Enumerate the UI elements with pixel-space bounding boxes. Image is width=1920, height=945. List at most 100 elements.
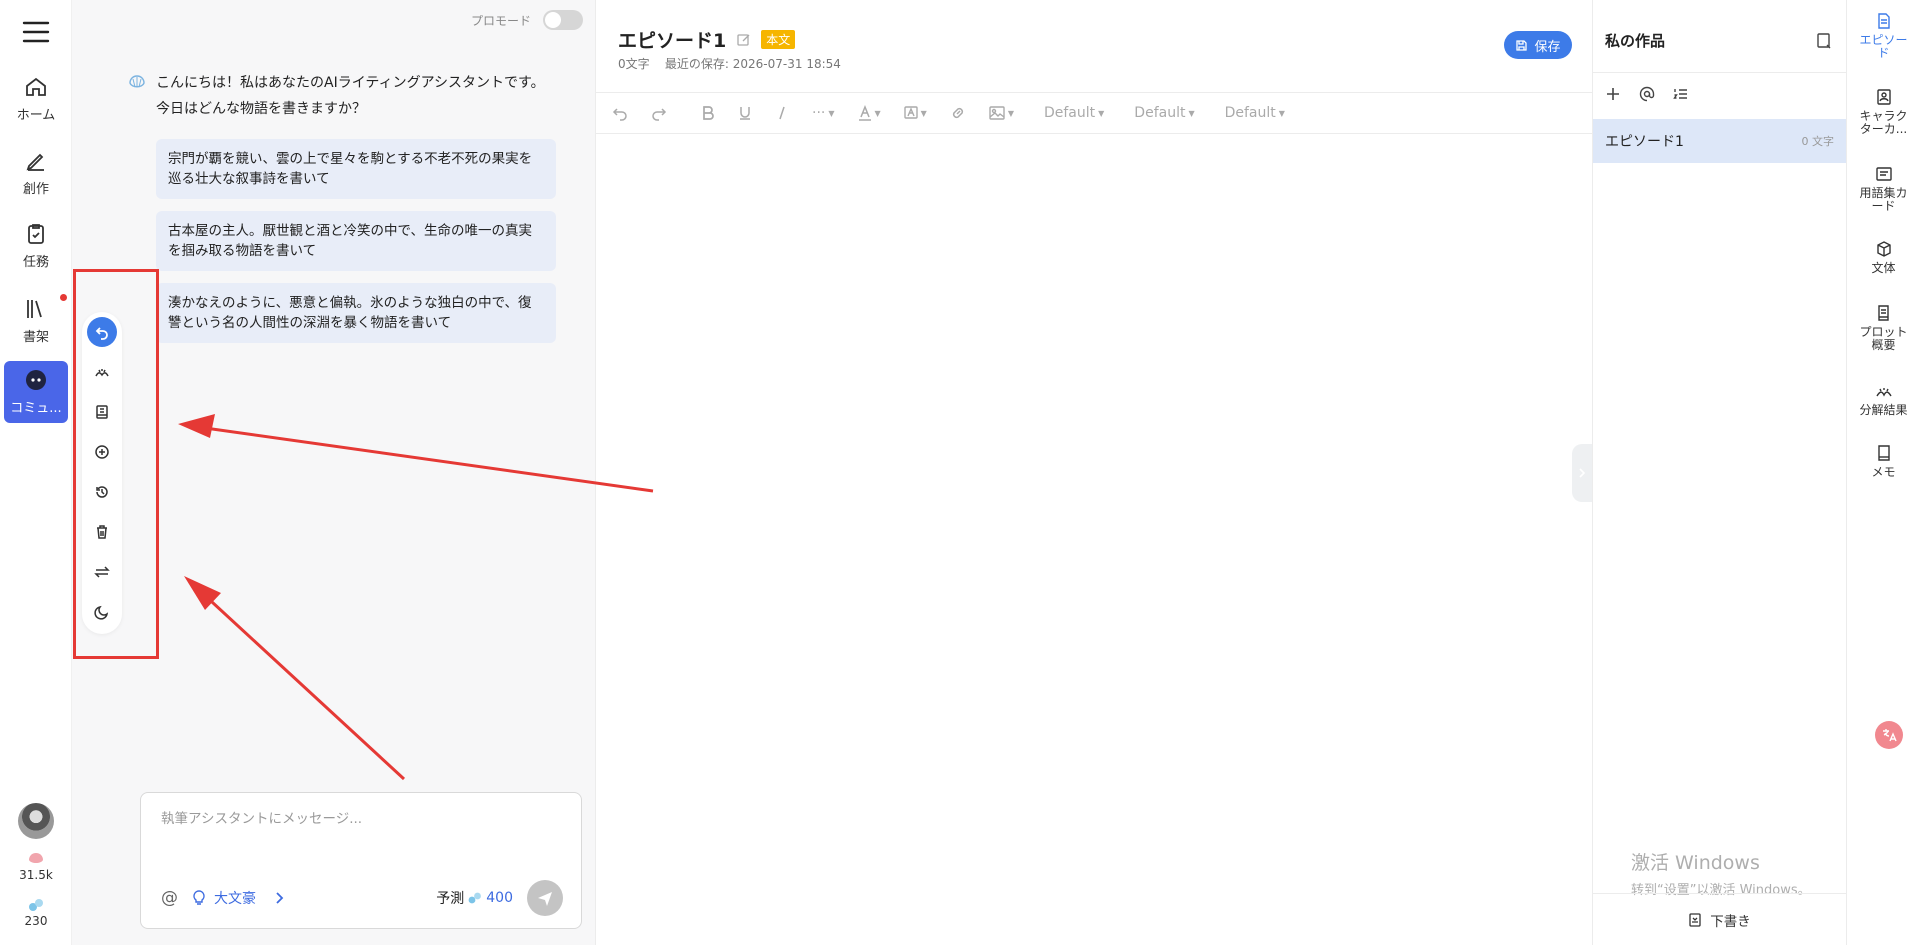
- suggestion-card[interactable]: 宗門が覇を競い、雲の上で星々を駒とする不老不死の果実を巡る壮大な叙事詩を書いて: [156, 139, 556, 199]
- nav-item-label: コミュ...: [10, 401, 62, 416]
- tab-label: メモ: [1871, 465, 1896, 479]
- pro-mode-control: プロモード: [471, 10, 583, 30]
- chevron-right-icon[interactable]: [274, 891, 284, 905]
- predict-value: 400: [486, 890, 513, 906]
- tab-glossary-card[interactable]: 用語集カード: [1847, 165, 1920, 213]
- draft-button[interactable]: 下書き: [1593, 893, 1846, 945]
- tab-character-card[interactable]: キャラクターカ...: [1847, 88, 1920, 136]
- tab-label: 文体: [1871, 261, 1896, 275]
- right-tab-bar: エピソード キャラクターカ... 用語集カード 文体 プロット概要 分解結果 メ…: [1847, 0, 1920, 945]
- save-button[interactable]: 保存: [1504, 31, 1572, 59]
- edit-title-icon[interactable]: [736, 32, 751, 47]
- editor-toolbar: ··· ▼ ▼ ▼ ▼ Default ▼ Default ▼ Default ▼: [596, 92, 1592, 134]
- writer-mode-selector[interactable]: 大文豪: [192, 888, 256, 908]
- content-tag: 本文: [761, 30, 796, 49]
- editor-title-row: エピソード1 本文: [618, 26, 796, 53]
- more-format-icon[interactable]: ··· ▼: [812, 105, 835, 121]
- works-title: 私の作品: [1605, 32, 1666, 50]
- glossary-icon: [1875, 165, 1893, 183]
- nav-item-bookshelf[interactable]: 書架: [4, 290, 68, 352]
- tab-label: プロット概要: [1859, 325, 1908, 352]
- undo-icon[interactable]: [612, 105, 628, 121]
- draft-label: 下書き: [1710, 913, 1751, 930]
- nav-item-label: 創作: [22, 182, 49, 197]
- font-size-select[interactable]: Default ▼: [1134, 105, 1194, 121]
- redo-icon[interactable]: [651, 105, 667, 121]
- mention-icon[interactable]: [1639, 86, 1655, 102]
- nav-item-create[interactable]: 創作: [4, 142, 68, 204]
- underline-icon[interactable]: [738, 105, 752, 121]
- last-saved: 最近の保存: 2026-07-31 18:54: [664, 57, 841, 71]
- episode-name: エピソード1: [1605, 134, 1684, 150]
- tab-plot-summary[interactable]: プロット概要: [1847, 304, 1920, 352]
- tokens-value: 230: [24, 914, 48, 928]
- tab-memo[interactable]: メモ: [1847, 444, 1920, 479]
- device-icon[interactable]: [1816, 32, 1832, 50]
- predict-label: 予測: [436, 891, 465, 907]
- word-count: 0文字: [618, 57, 650, 71]
- shell-icon: [28, 852, 44, 866]
- discord-icon: [24, 368, 48, 392]
- font-family-value: Default: [1043, 105, 1096, 121]
- avatar[interactable]: [18, 803, 54, 839]
- annotation-highlight-box: [73, 269, 159, 659]
- my-works-panel: 私の作品 エピソード1 0 文字 激活 Windows 转到“设置”以激活 Wi…: [1592, 0, 1847, 945]
- tab-episode[interactable]: エピソード: [1847, 12, 1920, 60]
- tab-style[interactable]: 文体: [1847, 240, 1920, 275]
- ordered-list-icon[interactable]: [1673, 86, 1689, 102]
- save-label: 保存: [1534, 39, 1561, 55]
- works-toolbar: [1605, 86, 1689, 102]
- line-height-value: Default: [1224, 105, 1276, 121]
- nav-item-tasks[interactable]: 任務: [4, 215, 68, 277]
- writer-mode-label: 大文豪: [214, 891, 256, 907]
- italic-icon[interactable]: [775, 105, 789, 121]
- episode-list-item[interactable]: エピソード1 0 文字: [1593, 119, 1846, 163]
- suggestion-card[interactable]: 湊かなえのように、悪意と偏執。氷のような独白の中で、復讐という名の人間性の深淵を…: [156, 283, 556, 343]
- document-icon: [1875, 12, 1893, 30]
- send-button[interactable]: [527, 880, 563, 916]
- chat-input-controls: @ 大文豪 予測 400: [161, 880, 563, 916]
- suggestion-card[interactable]: 古本屋の主人。厭世観と酒と冷笑の中で、生命の唯一の真実を掴み取る物語を書いて: [156, 211, 556, 271]
- font-size-value: Default: [1134, 105, 1186, 121]
- chat-input-area[interactable]: 執筆アシスタントにメッセージ... @ 大文豪 予測 400: [140, 792, 582, 929]
- translate-icon[interactable]: [1875, 721, 1903, 749]
- mention-button[interactable]: @: [161, 888, 178, 908]
- pro-mode-label: プロモード: [470, 13, 531, 28]
- font-color-icon[interactable]: ▼: [858, 105, 881, 121]
- character-card-icon: [1875, 88, 1893, 106]
- chat-input-placeholder: 執筆アシスタントにメッセージ...: [161, 811, 363, 827]
- bold-icon[interactable]: [701, 105, 715, 121]
- credits-value: 31.5k: [19, 868, 53, 882]
- page-title: エピソード1: [618, 30, 727, 52]
- bubbles-icon: [28, 898, 44, 912]
- plot-icon: [1875, 304, 1893, 322]
- notebook-icon: [1875, 444, 1893, 462]
- link-icon[interactable]: [950, 105, 966, 121]
- editor-meta: 0文字 最近の保存: 2026-07-31 18:54: [618, 55, 841, 72]
- left-navigation: ホーム 創作 任務 書架 コミュ... 31.5k 230: [0, 0, 72, 945]
- highlight-icon[interactable]: ▼: [903, 105, 927, 121]
- line-height-select[interactable]: Default ▼: [1225, 105, 1285, 121]
- tab-label: キャラクターカ...: [1859, 109, 1908, 136]
- tab-label: 用語集カード: [1859, 186, 1908, 213]
- collapse-panel-handle[interactable]: [1572, 444, 1592, 502]
- hamburger-menu-icon[interactable]: [22, 20, 50, 44]
- windows-activation-watermark: 激活 Windows 转到“设置”以激活 Windows。: [1631, 848, 1811, 898]
- tab-breakdown-result[interactable]: 分解結果: [1847, 382, 1920, 417]
- notification-dot: [60, 294, 67, 301]
- episode-word-count: 0 文字: [1801, 135, 1835, 148]
- pro-mode-toggle[interactable]: [543, 10, 583, 30]
- image-icon[interactable]: ▼: [989, 105, 1014, 121]
- nav-item-community[interactable]: コミュ...: [4, 361, 68, 423]
- lightbulb-icon: [192, 890, 206, 906]
- assistant-shell-icon: [128, 74, 146, 90]
- nav-item-label: 書架: [22, 330, 49, 345]
- cost-prediction: 予測 400: [436, 888, 513, 908]
- pencil-icon: [24, 149, 48, 173]
- divider: [1593, 72, 1846, 73]
- font-family-select[interactable]: Default ▼: [1044, 105, 1104, 121]
- nav-item-home[interactable]: ホーム: [4, 68, 68, 130]
- episode-editor: エピソード1 本文 0文字 最近の保存: 2026-07-31 18:54 保存…: [596, 0, 1592, 945]
- assistant-greeting: こんにちは！私はあなたのAIライティングアシスタントです。 今日はどんな物語を書…: [156, 70, 576, 122]
- add-episode-icon[interactable]: [1605, 86, 1621, 102]
